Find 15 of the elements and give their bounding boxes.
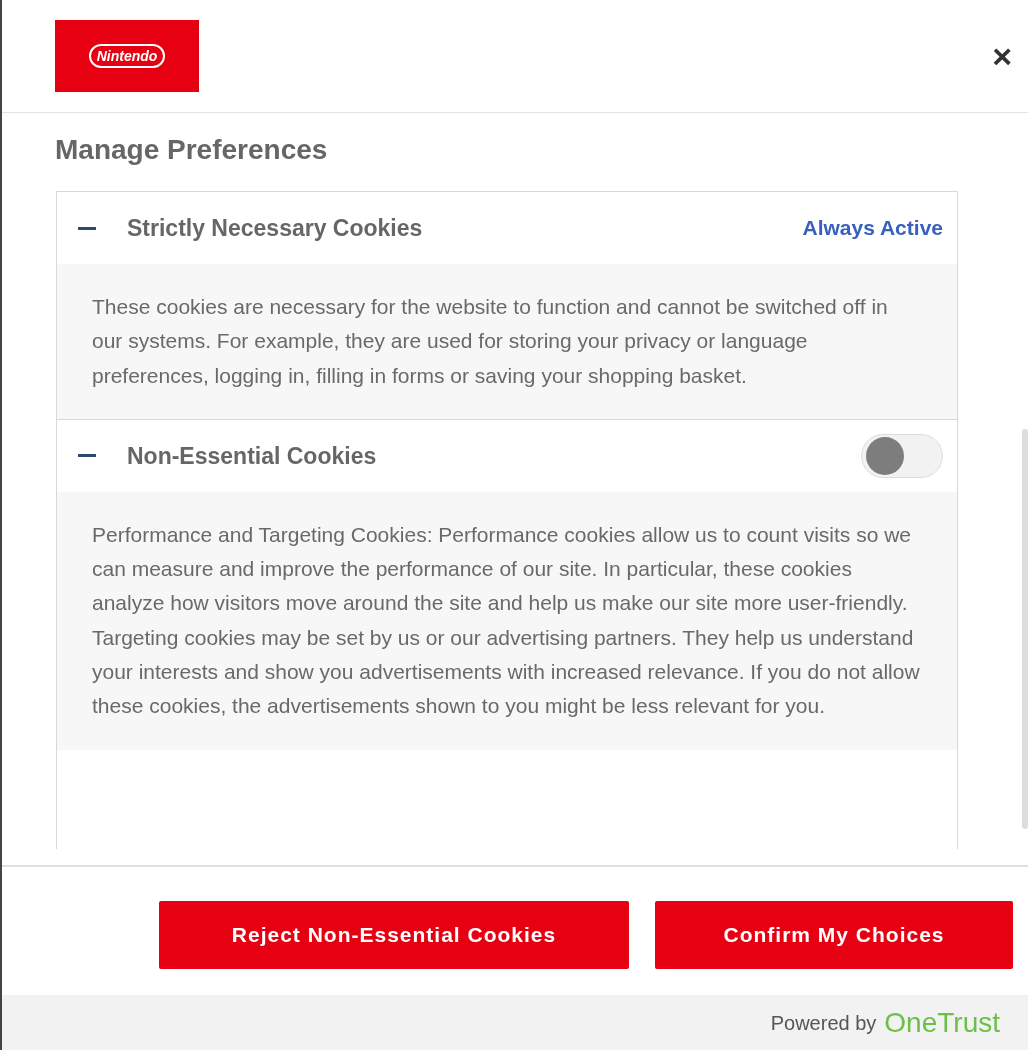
powered-by-text: Powered by bbox=[770, 1010, 877, 1036]
section-title[interactable]: Strictly Necessary Cookies bbox=[127, 210, 423, 246]
section-title[interactable]: Non-Essential Cookies bbox=[127, 438, 377, 474]
reject-button[interactable]: Reject Non-Essential Cookies bbox=[159, 901, 629, 969]
status-label: Always Active bbox=[802, 215, 943, 242]
confirm-button[interactable]: Confirm My Choices bbox=[655, 901, 1013, 969]
dialog-title: Manage Preferences bbox=[55, 133, 329, 167]
toggle-switch[interactable] bbox=[861, 433, 943, 478]
logo: Nintendo bbox=[55, 20, 199, 92]
collapse-icon[interactable] bbox=[77, 454, 97, 458]
section-description: These cookies are necessary for the website to function and cannot be switched off in our systems. For example, they are used for storing your privacy or language preferences, logging in, filling in forms or saving your shopping basket. bbox=[92, 294, 889, 389]
scrollbar[interactable] bbox=[1022, 429, 1028, 829]
collapse-icon[interactable] bbox=[77, 226, 97, 230]
section-description: Performance and Targeting Cookies: Performance cookies allow us to count visits so we can measure and improve the performance of our site. In particular, these cookies analyze how visitors move around the site and help us make our site more user-friendly. Targeting cookies may be set by us or our advertising partners. They help us understand your interests and show you advertisements with increased relevance. If you do not allow these cookies, the advertisements shown to you might be less relevant for you. bbox=[92, 521, 921, 720]
close-button[interactable]: × bbox=[986, 39, 1018, 73]
